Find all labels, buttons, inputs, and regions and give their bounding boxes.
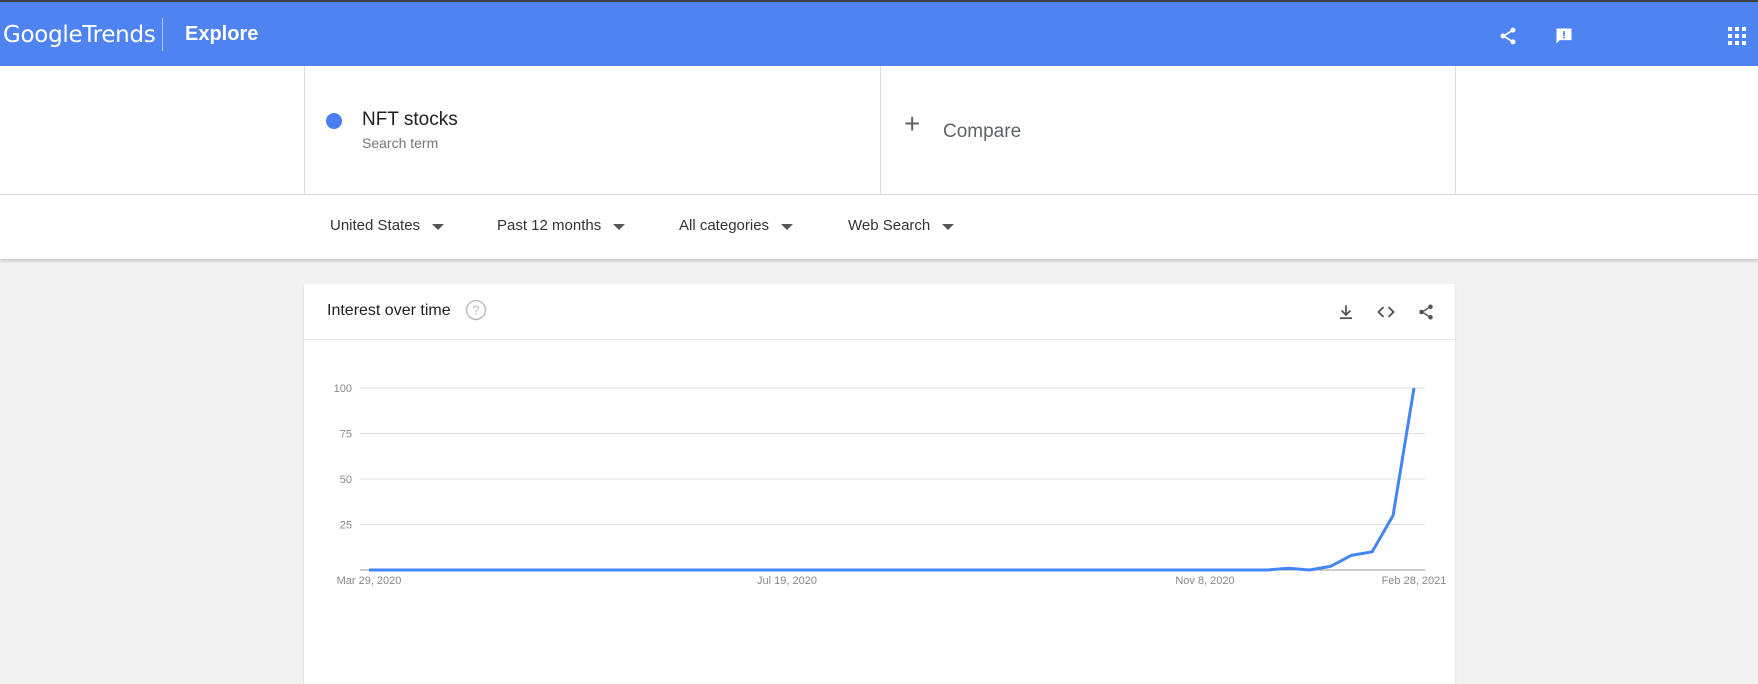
search-term-type: Search term (362, 135, 439, 151)
appbar-divider (162, 18, 163, 51)
time-range-dropdown[interactable]: Past 12 months (497, 217, 626, 234)
help-icon[interactable]: ? (465, 299, 487, 321)
x-tick-label: Nov 8, 2020 (1175, 575, 1234, 587)
category-dropdown[interactable]: All categories (679, 217, 794, 234)
apps-grid-icon[interactable] (1723, 22, 1751, 50)
card-title: Interest over time (327, 302, 451, 319)
dropdown-arrow-icon (942, 223, 955, 230)
search-terms-strip: NFT stocks Search term + Compare (0, 66, 1758, 195)
interest-line-chart: 25 50 75 100 Mar 29, 2020 Jul 19, 2020 Nov 8, … (334, 383, 1447, 587)
search-term-card[interactable]: NFT stocks Search term (304, 66, 881, 194)
plus-icon: + (904, 108, 921, 139)
compare-label: Compare (943, 121, 1022, 142)
y-tick-label: 100 (334, 383, 352, 395)
feedback-icon[interactable] (1550, 22, 1578, 50)
share-icon[interactable] (1414, 300, 1438, 324)
search-term-name[interactable]: NFT stocks (362, 109, 458, 131)
app-bar: GoogleTrends Explore (0, 2, 1758, 66)
category-label: All categories (679, 217, 770, 234)
compare-button[interactable]: + Compare (880, 66, 1456, 194)
logo-google-text: Google (3, 22, 83, 48)
share-icon[interactable] (1494, 22, 1522, 50)
x-tick-label: Jul 19, 2020 (757, 575, 817, 587)
interest-over-time-card: Interest over time ? 25 50 75 100 Mar 29, 20… (304, 284, 1455, 684)
svg-text:?: ? (472, 303, 479, 318)
search-type-label: Web Search (848, 217, 931, 234)
card-header: Interest over time ? (304, 284, 1455, 340)
logo-trends-text: Trends (82, 22, 156, 48)
y-tick-label: 50 (340, 474, 352, 486)
region-label: United States (330, 217, 421, 234)
x-tick-label: Feb 28, 2021 (1382, 575, 1447, 587)
download-icon[interactable] (1334, 300, 1358, 324)
time-range-label: Past 12 months (497, 217, 602, 234)
x-tick-label: Mar 29, 2020 (337, 575, 402, 587)
page-title[interactable]: Explore (185, 23, 258, 46)
search-type-dropdown[interactable]: Web Search (848, 217, 955, 234)
y-tick-label: 75 (340, 429, 352, 441)
term-color-dot (326, 113, 342, 129)
region-dropdown[interactable]: United States (330, 217, 445, 234)
dropdown-arrow-icon (432, 223, 445, 230)
filters-bar: United States Past 12 months All categor… (0, 195, 1758, 259)
dropdown-arrow-icon (613, 223, 626, 230)
google-trends-logo[interactable]: GoogleTrends (3, 22, 156, 48)
y-tick-label: 25 (340, 520, 352, 532)
embed-code-icon[interactable] (1374, 300, 1398, 324)
dropdown-arrow-icon (781, 223, 794, 230)
